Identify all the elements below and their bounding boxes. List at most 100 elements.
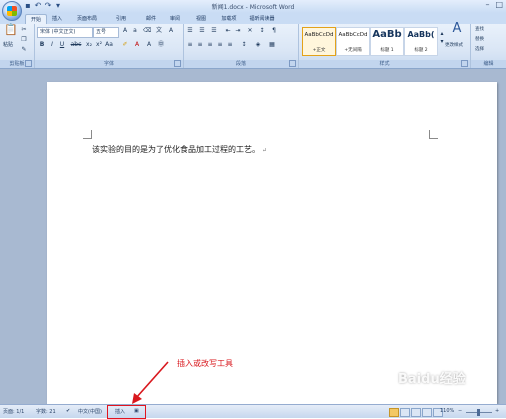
crop-mark-left: [83, 130, 92, 139]
zoom-slider-thumb[interactable]: [477, 409, 480, 416]
font-name-select[interactable]: 宋体 (中文正文): [37, 27, 93, 38]
print-layout-icon[interactable]: [389, 408, 399, 417]
style-heading-1[interactable]: AaBb 标题 1: [370, 27, 404, 56]
styles-label: 样式: [299, 60, 470, 68]
word-count[interactable]: 字数: 21: [36, 408, 56, 415]
styles-scroll-icon[interactable]: ▴: [439, 30, 445, 38]
maximize-button[interactable]: □: [495, 0, 503, 9]
style-heading-2[interactable]: AaBb( 标题 2: [404, 27, 438, 56]
outline-icon[interactable]: [422, 408, 432, 417]
zoom-level[interactable]: 110%: [440, 408, 454, 414]
tab-foxit[interactable]: 福昕阅读器: [246, 14, 278, 24]
underline-icon[interactable]: U: [58, 41, 66, 49]
change-styles-button[interactable]: 更改样式: [445, 41, 463, 50]
office-button[interactable]: [2, 1, 22, 21]
find-button[interactable]: 查找: [475, 25, 484, 34]
chinese-layout-icon[interactable]: ✕: [246, 27, 254, 35]
macro-record-icon[interactable]: ▣: [134, 408, 139, 414]
ribbon: 📋 粘贴 ✂ ❐ ✎ 剪贴板 宋体 (中文正文) 五号 A a ⌫ 文 A B …: [0, 22, 506, 69]
paragraph-group: ☰ ☰ ☰ ⇤ ⇥ ✕ ↕ ¶ ≡ ≡ ≡ ≡ ≡ ↕ ◈ ▦ 段落: [184, 24, 299, 68]
styles-launcher-icon[interactable]: [461, 60, 468, 67]
line-spacing-icon[interactable]: ↕: [240, 41, 248, 49]
change-styles-icon[interactable]: A: [449, 22, 465, 39]
italic-icon[interactable]: I: [48, 41, 56, 49]
tab-mailings[interactable]: 邮件: [142, 14, 160, 24]
full-screen-reading-icon[interactable]: [400, 408, 410, 417]
enclose-char-icon[interactable]: ㊥: [157, 41, 165, 49]
style-sample: AaBbCcDd: [338, 32, 368, 38]
paragraph-text: 该实验的目的是为了优化食品加工过程的工艺。: [92, 145, 260, 154]
paste-icon[interactable]: 📋: [4, 24, 18, 40]
page-indicator[interactable]: 页面: 1/1: [3, 408, 24, 415]
align-center-icon[interactable]: ≡: [196, 41, 204, 49]
language-indicator[interactable]: 中文(中国): [78, 408, 102, 415]
char-shading-icon[interactable]: A: [145, 41, 153, 49]
numbering-icon[interactable]: ☰: [198, 27, 206, 35]
status-bar: 页面: 1/1 字数: 21 ✔ 中文(中国) 插入 ▣ 110% − +: [0, 404, 506, 419]
ribbon-tabs: 开始 插入 页面布局 引用 邮件 审阅 视图 加载项 福昕阅读器: [0, 13, 506, 25]
editing-group: 查找 替换 选择 编辑: [471, 24, 506, 68]
document-page[interactable]: 该实验的目的是为了优化食品加工过程的工艺。 ↵: [47, 82, 497, 404]
replace-button[interactable]: 替换: [475, 35, 484, 44]
shading-icon[interactable]: ◈: [254, 41, 262, 49]
multilevel-list-icon[interactable]: ☰: [210, 27, 218, 35]
tab-references[interactable]: 引用: [108, 14, 134, 24]
style-no-spacing[interactable]: AaBbCcDd +无间隔: [336, 27, 370, 56]
clipboard-launcher-icon[interactable]: [25, 60, 32, 67]
style-name: 标题 1: [380, 48, 394, 53]
cut-icon[interactable]: ✂: [20, 26, 28, 34]
bullets-icon[interactable]: ☰: [186, 27, 194, 35]
grow-font-icon[interactable]: A: [121, 27, 129, 35]
tab-addins[interactable]: 加载项: [218, 14, 240, 24]
distributed-icon[interactable]: ≡: [226, 41, 234, 49]
paragraph-launcher-icon[interactable]: [289, 60, 296, 67]
bold-icon[interactable]: B: [38, 41, 46, 49]
title-bar: ▪ ↶ ↷ ▾ 新闻1.docx - Microsoft Word – □: [0, 0, 506, 21]
align-left-icon[interactable]: ≡: [186, 41, 194, 49]
select-button[interactable]: 选择: [475, 45, 484, 54]
style-normal[interactable]: AaBbCcDd +正文: [302, 27, 336, 56]
document-paragraph[interactable]: 该实验的目的是为了优化食品加工过程的工艺。 ↵: [92, 144, 267, 155]
clear-format-icon[interactable]: ⌫: [143, 27, 151, 35]
decrease-indent-icon[interactable]: ⇤: [224, 27, 232, 35]
tab-review[interactable]: 审阅: [166, 14, 184, 24]
annotation-label: 插入或改写工具: [177, 359, 233, 368]
align-right-icon[interactable]: ≡: [206, 41, 214, 49]
pinyin-guide-icon[interactable]: 文: [155, 27, 163, 35]
editing-label: 编辑: [471, 60, 506, 68]
tab-view[interactable]: 视图: [192, 14, 210, 24]
shrink-font-icon[interactable]: a: [131, 27, 139, 35]
justify-icon[interactable]: ≡: [216, 41, 224, 49]
style-name: +正文: [312, 48, 326, 53]
font-color-icon[interactable]: A: [133, 41, 141, 49]
tab-page-layout[interactable]: 页面布局: [72, 14, 102, 24]
minimize-button[interactable]: –: [485, 0, 489, 9]
web-layout-icon[interactable]: [411, 408, 421, 417]
proofing-icon[interactable]: ✔: [66, 408, 70, 414]
change-case-icon[interactable]: Aa: [105, 41, 113, 49]
subscript-icon[interactable]: x₂: [85, 41, 93, 49]
font-size-select[interactable]: 五号: [93, 27, 119, 38]
window-title: 新闻1.docx - Microsoft Word: [211, 4, 295, 11]
watermark-url: jingyan.baidu.com: [422, 386, 469, 392]
superscript-icon[interactable]: x²: [95, 41, 103, 49]
char-border-icon[interactable]: A: [167, 27, 175, 35]
sort-icon[interactable]: ↕: [258, 27, 266, 35]
styles-group: AaBbCcDd +正文 AaBbCcDd +无间隔 AaBb 标题 1 AaB…: [299, 22, 471, 68]
format-painter-icon[interactable]: ✎: [20, 46, 28, 54]
zoom-out-icon[interactable]: −: [458, 408, 462, 414]
font-launcher-icon[interactable]: [174, 60, 181, 67]
increase-indent-icon[interactable]: ⇥: [234, 27, 242, 35]
highlight-icon[interactable]: ✐: [121, 41, 129, 49]
copy-icon[interactable]: ❐: [20, 36, 28, 44]
zoom-in-icon[interactable]: +: [495, 408, 499, 414]
style-sample: AaBbCcDd: [304, 32, 334, 38]
paste-button[interactable]: 粘贴: [3, 41, 13, 50]
strikethrough-icon[interactable]: abc: [70, 41, 82, 49]
style-name: 标题 2: [414, 48, 428, 53]
annotation-arrow-icon: [132, 361, 169, 404]
borders-icon[interactable]: ▦: [268, 41, 276, 49]
tab-insert[interactable]: 插入: [48, 14, 66, 24]
insert-mode-toggle[interactable]: 插入: [115, 408, 125, 415]
show-marks-icon[interactable]: ¶: [270, 27, 278, 35]
